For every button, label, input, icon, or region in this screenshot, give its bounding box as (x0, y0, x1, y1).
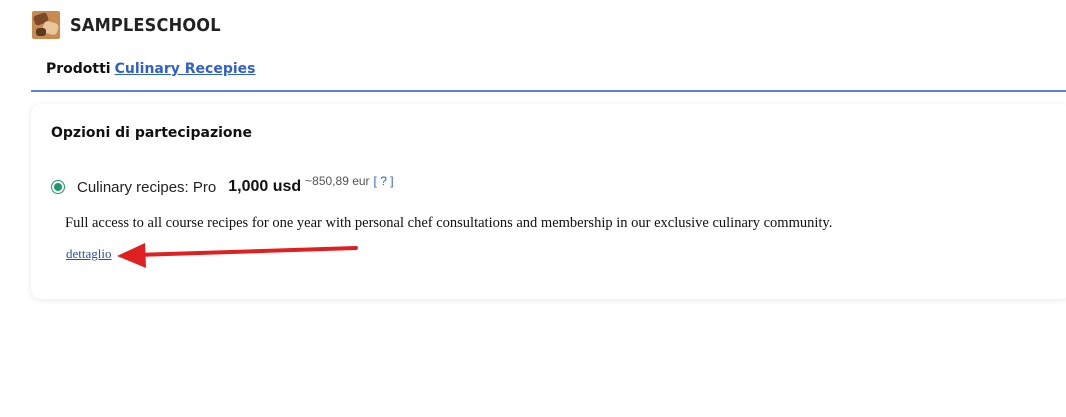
header-divider (31, 90, 1066, 92)
breadcrumb: Prodotti Culinary Recepies (46, 61, 255, 77)
option-radio[interactable] (51, 180, 65, 194)
option-approx-price: ~850,89 eur (305, 174, 370, 188)
participation-option[interactable]: Culinary recipes: Pro 1,000 usd ~850,89 … (51, 174, 394, 198)
breadcrumb-link[interactable]: Culinary Recepies (115, 61, 256, 77)
option-name: Culinary recipes: Pro (77, 178, 217, 196)
option-price: 1,000 usd (228, 178, 302, 195)
header: SAMPLESCHOOL (32, 10, 237, 40)
detail-link[interactable]: dettaglio (66, 246, 112, 262)
option-description: Full access to all course recipes for on… (65, 215, 833, 231)
price-help-link[interactable]: [ ? ] (374, 174, 394, 188)
brand-name[interactable]: SAMPLESCHOOL (70, 15, 221, 36)
breadcrumb-label: Prodotti (46, 61, 111, 77)
school-logo[interactable] (32, 11, 60, 39)
participation-card: Opzioni di partecipazione Culinary recip… (31, 104, 1066, 299)
section-title: Opzioni di partecipazione (51, 125, 252, 141)
radio-selected-dot (54, 183, 62, 191)
